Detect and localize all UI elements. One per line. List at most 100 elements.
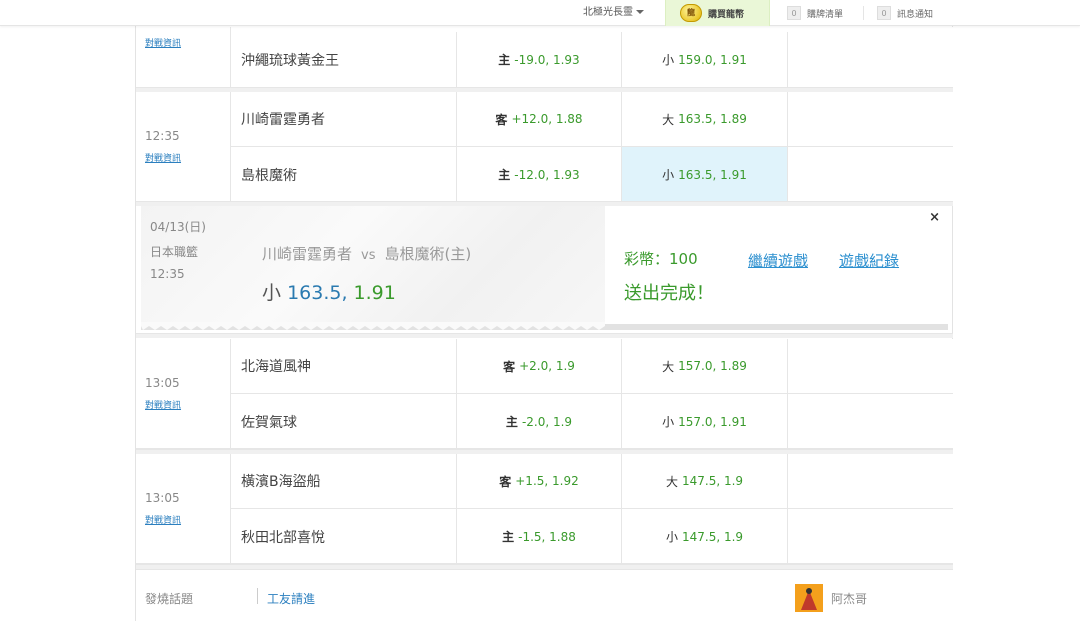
handicap-side: 主 (498, 168, 511, 182)
team-name: 沖繩琉球黃金王 (231, 32, 457, 87)
empty-cell (788, 454, 953, 508)
match-info-link[interactable]: 對戰資訊 (145, 398, 181, 411)
total-side: 小 (662, 168, 675, 182)
total-side: 小 (665, 530, 678, 544)
team-name: 佐賀氣球 (231, 394, 457, 449)
handicap-value: +2.0, 1.9 (519, 359, 575, 373)
cart-count-badge: 0 (787, 6, 801, 20)
bet-team-away: 川崎雷霆勇者 (262, 245, 353, 263)
divider (863, 6, 864, 20)
handicap-odds-cell[interactable]: 客 +2.0, 1.9 (457, 339, 622, 393)
team-name: 北海道風神 (231, 339, 457, 393)
total-side: 大 (665, 474, 678, 489)
match-time: 13:05 (145, 376, 180, 390)
footer-user-name[interactable]: 阿杰哥 (831, 590, 867, 607)
total-odds-cell[interactable]: 小 157.0, 1.91 (622, 394, 788, 449)
bet-result: 彩幣：100 送出完成！ 繼續遊戲 遊戲紀錄 × (605, 206, 948, 324)
team-name: 島根魔術 (231, 147, 457, 202)
handicap-odds-cell[interactable]: 主 -19.0, 1.93 (457, 32, 622, 87)
match-block: 13:05 對戰資訊 橫濱B海盜船 客 +1.5, 1.92 大 147.5, 1.… (136, 454, 953, 564)
empty-cell (788, 339, 953, 393)
handicap-odds-cell[interactable]: 客 +1.5, 1.92 (457, 454, 622, 508)
notice-label: 訊息通知 (897, 9, 934, 20)
total-side: 大 (662, 359, 675, 374)
bet-time: 12:35 (150, 267, 185, 281)
zigzag-edge (141, 322, 605, 330)
bet-team-home: 島根魔術(主) (384, 245, 472, 263)
bet-pick: 小 163.5, 1.91 (262, 278, 396, 305)
recruit-link[interactable]: 工友請進 (267, 590, 315, 607)
bet-matchup: 川崎雷霆勇者 vs 島根魔術(主) (262, 243, 471, 264)
match-time: 13:05 (145, 491, 180, 505)
total-odds-cell[interactable]: 大 147.5, 1.9 (622, 454, 788, 508)
team-name: 秋田北部喜悅 (231, 509, 457, 564)
divider (257, 588, 258, 604)
match-info-link[interactable]: 對戰資訊 (145, 151, 181, 164)
row-gap (136, 333, 953, 338)
total-side: 小 (662, 415, 675, 429)
total-value: 147.5, 1.9 (681, 529, 744, 544)
cart-button[interactable]: 0 購牌清單 (787, 0, 843, 26)
total-odds-cell[interactable]: 大 157.0, 1.89 (622, 339, 788, 393)
team-row: 沖繩琉球黃金王 主 -19.0, 1.93 小 159.0, 1.91 (231, 32, 953, 87)
total-value: 163.5, 1.91 (678, 167, 747, 182)
match-block: 12:35 對戰資訊 川崎雷霆勇者 客 +12.0, 1.88 大 163.5, 1… (136, 92, 953, 202)
handicap-value: +1.5, 1.92 (515, 474, 579, 488)
continue-game-link[interactable]: 繼續遊戲 (748, 250, 808, 271)
total-odds-cell[interactable]: 大 163.5, 1.89 (622, 92, 788, 146)
game-history-link[interactable]: 遊戲紀錄 (839, 250, 899, 271)
team-row: 秋田北部喜悅 主 -1.5, 1.88 小 147.5, 1.9 (231, 509, 953, 564)
bet-pick-odds: 1.91 (353, 282, 396, 304)
handicap-odds-cell[interactable]: 主 -12.0, 1.93 (457, 147, 622, 202)
team-row: 川崎雷霆勇者 客 +12.0, 1.88 大 163.5, 1.89 (231, 92, 953, 147)
total-side: 大 (662, 112, 675, 127)
handicap-side: 主 (498, 53, 511, 67)
close-icon[interactable]: × (929, 210, 940, 225)
bet-league: 日本職籃 (150, 245, 199, 259)
handicap-side: 客 (503, 359, 516, 374)
user-menu[interactable]: 北極光長靈 (583, 0, 644, 26)
match-block: 對戰資訊 沖繩琉球黃金王 主 -19.0, 1.93 小 159.0, 1.91 (136, 27, 953, 88)
total-odds-cell[interactable]: 小 147.5, 1.9 (622, 509, 788, 564)
handicap-side: 主 (502, 530, 515, 544)
handicap-odds-cell[interactable]: 客 +12.0, 1.88 (457, 92, 622, 146)
handicap-side: 主 (505, 415, 518, 429)
match-time: 12:35 (145, 129, 180, 143)
total-value: 163.5, 1.89 (678, 112, 747, 126)
avatar[interactable] (795, 584, 823, 612)
handicap-odds-cell[interactable]: 主 -1.5, 1.88 (457, 509, 622, 564)
empty-cell (788, 92, 953, 146)
vs-label: vs (361, 248, 376, 263)
bet-summary: 04/13(日) 日本職籃 12:35 川崎雷霆勇者 vs 島根魔術(主) 小 16… (141, 206, 605, 330)
handicap-value: -2.0, 1.9 (521, 414, 573, 429)
match-list: 對戰資訊 沖繩琉球黃金王 主 -19.0, 1.93 小 159.0, 1.91 1… (135, 0, 953, 621)
bet-date: 04/13(日) (150, 220, 206, 234)
team-name: 橫濱B海盜船 (231, 454, 457, 508)
buy-coins-button[interactable]: 龍 購買龍幣 (665, 0, 770, 26)
handicap-side: 客 (499, 474, 512, 489)
bet-confirmation-panel: 04/13(日) 日本職籃 12:35 川崎雷霆勇者 vs 島根魔術(主) 小 16… (141, 206, 948, 330)
empty-cell (788, 394, 953, 449)
match-time-column: 對戰資訊 (136, 27, 231, 87)
bet-pick-side: 小 (262, 282, 282, 304)
top-bar: 北極光長靈 龍 購買龍幣 0 購牌清單 0 訊息通知 (0, 0, 1080, 26)
match-info-link[interactable]: 對戰資訊 (145, 513, 181, 526)
submit-done-message: 送出完成！ (624, 283, 714, 304)
team-row: 北海道風神 客 +2.0, 1.9 大 157.0, 1.89 (231, 339, 953, 394)
handicap-value: +12.0, 1.88 (511, 112, 583, 126)
handicap-odds-cell[interactable]: 主 -2.0, 1.9 (457, 394, 622, 449)
coin-icon: 龍 (680, 4, 702, 22)
match-block: 13:05 對戰資訊 北海道風神 客 +2.0, 1.9 大 157.0, 1.89… (136, 339, 953, 449)
team-name: 川崎雷霆勇者 (231, 92, 457, 146)
user-name: 北極光長靈 (583, 7, 633, 18)
match-time-column: 12:35 對戰資訊 (136, 92, 231, 201)
total-odds-cell[interactable]: 小 159.0, 1.91 (622, 32, 788, 87)
total-value: 157.0, 1.89 (678, 359, 747, 373)
match-time-column: 13:05 對戰資訊 (136, 339, 231, 448)
team-row: 島根魔術 主 -12.0, 1.93 小 163.5, 1.91 (231, 147, 953, 202)
notifications-button[interactable]: 0 訊息通知 (877, 0, 933, 26)
match-info-link[interactable]: 對戰資訊 (145, 36, 181, 49)
handicap-value: -12.0, 1.93 (514, 167, 580, 182)
empty-cell (788, 147, 953, 202)
total-odds-cell-selected[interactable]: 小 163.5, 1.91 (622, 147, 788, 202)
